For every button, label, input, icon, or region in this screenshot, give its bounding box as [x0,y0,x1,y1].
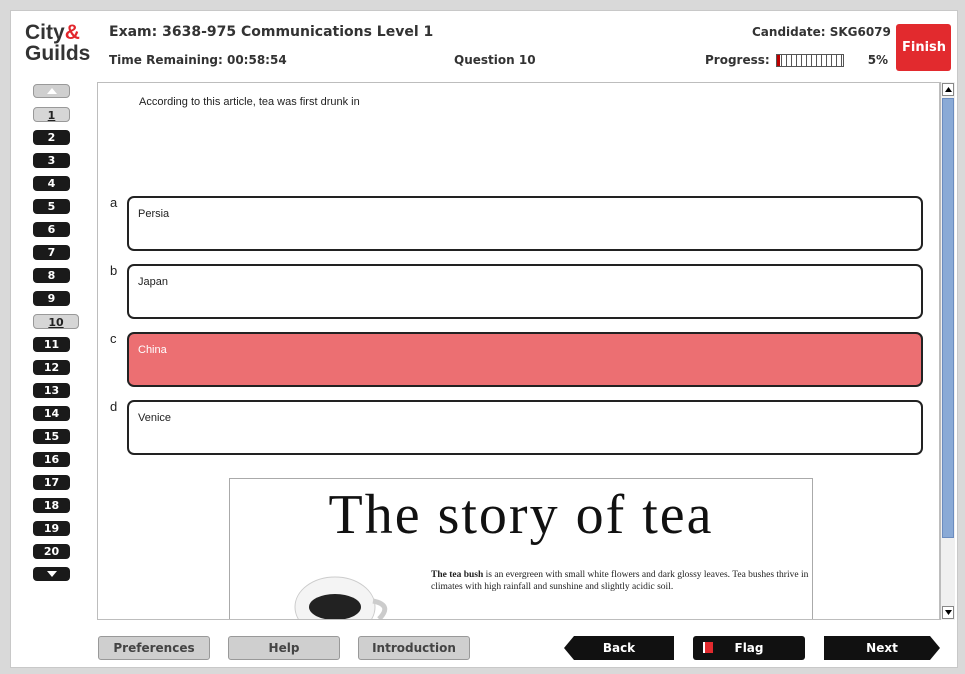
nav-question-4[interactable]: 4 [33,176,70,191]
progress-fill [776,54,780,66]
nav-question-13[interactable]: 13 [33,383,70,398]
option-a-label: Persia [138,208,170,220]
flag-button[interactable]: Flag [693,636,805,660]
nav-question-9[interactable]: 9 [33,291,70,306]
flag-icon [703,642,713,653]
candidate-id: Candidate: SKG6079 [752,25,891,39]
nav-question-17[interactable]: 17 [33,475,70,490]
nav-question-20[interactable]: 20 [33,544,70,559]
nav-question-10[interactable]: 10 [33,314,79,329]
exam-title: Exam: 3638-975 Communications Level 1 [109,24,434,40]
nav-question-18[interactable]: 18 [33,498,70,513]
progress-bar [775,53,844,67]
option-d-letter: d [110,399,118,414]
content-scrollbar[interactable] [940,82,955,620]
nav-scroll-down-button[interactable] [33,567,70,581]
option-a-letter: a [110,195,118,210]
nav-question-15[interactable]: 15 [33,429,70,444]
nav-question-7[interactable]: 7 [33,245,70,260]
question-number: Question 10 [454,53,536,67]
option-c[interactable]: China [127,332,923,387]
nav-question-8[interactable]: 8 [33,268,70,283]
nav-question-6[interactable]: 6 [33,222,70,237]
nav-question-2[interactable]: 2 [33,130,70,145]
question-navigator: 1 2 3 4 5 6 7 8 9 10 11 12 13 14 15 16 17 18 19 20 [33,84,79,590]
nav-question-3[interactable]: 3 [33,153,70,168]
nav-question-1[interactable]: 1 [33,107,70,122]
scroll-up-button[interactable] [942,83,954,96]
scroll-down-button[interactable] [942,606,954,619]
article-image: The story of tea The tea bush is an ever… [229,478,813,619]
option-b[interactable]: Japan [127,264,923,319]
nav-question-11[interactable]: 11 [33,337,70,352]
help-button[interactable]: Help [228,636,340,660]
option-a[interactable]: Persia [127,196,923,251]
progress-indicator: Progress: 5% [705,53,888,67]
city-guilds-logo: City& Guilds [25,21,91,65]
preferences-button[interactable]: Preferences [98,636,210,660]
progress-label: Progress: [705,53,770,67]
chevron-up-icon [46,88,57,94]
arrow-up-icon [944,87,952,92]
option-d[interactable]: Venice [127,400,923,455]
chevron-down-icon [46,571,57,577]
nav-question-5[interactable]: 5 [33,199,70,214]
nav-scroll-up-button[interactable] [33,84,70,98]
time-remaining: Time Remaining: 00:58:54 [109,53,287,67]
option-b-label: Japan [138,276,168,288]
introduction-button[interactable]: Introduction [358,636,470,660]
tea-cup-icon [294,576,388,619]
nav-question-16[interactable]: 16 [33,452,70,467]
nav-question-12[interactable]: 12 [33,360,70,375]
option-d-label: Venice [138,412,172,424]
option-b-letter: b [110,263,118,278]
back-button[interactable]: Back [564,636,674,660]
question-panel: According to this article, tea was first… [97,82,940,620]
progress-percent: 5% [867,53,889,67]
nav-question-14[interactable]: 14 [33,406,70,421]
option-c-label: China [138,344,167,356]
finish-button[interactable]: Finish [896,24,951,71]
question-text: According to this article, tea was first… [139,96,360,108]
option-c-letter: c [110,331,117,346]
article-body: The tea bush is an evergreen with small … [431,570,809,592]
nav-question-19[interactable]: 19 [33,521,70,536]
scroll-thumb[interactable] [942,98,954,538]
arrow-down-icon [944,610,952,615]
flag-label: Flag [734,641,764,655]
next-button[interactable]: Next [824,636,940,660]
article-title: The story of tea [328,484,714,546]
